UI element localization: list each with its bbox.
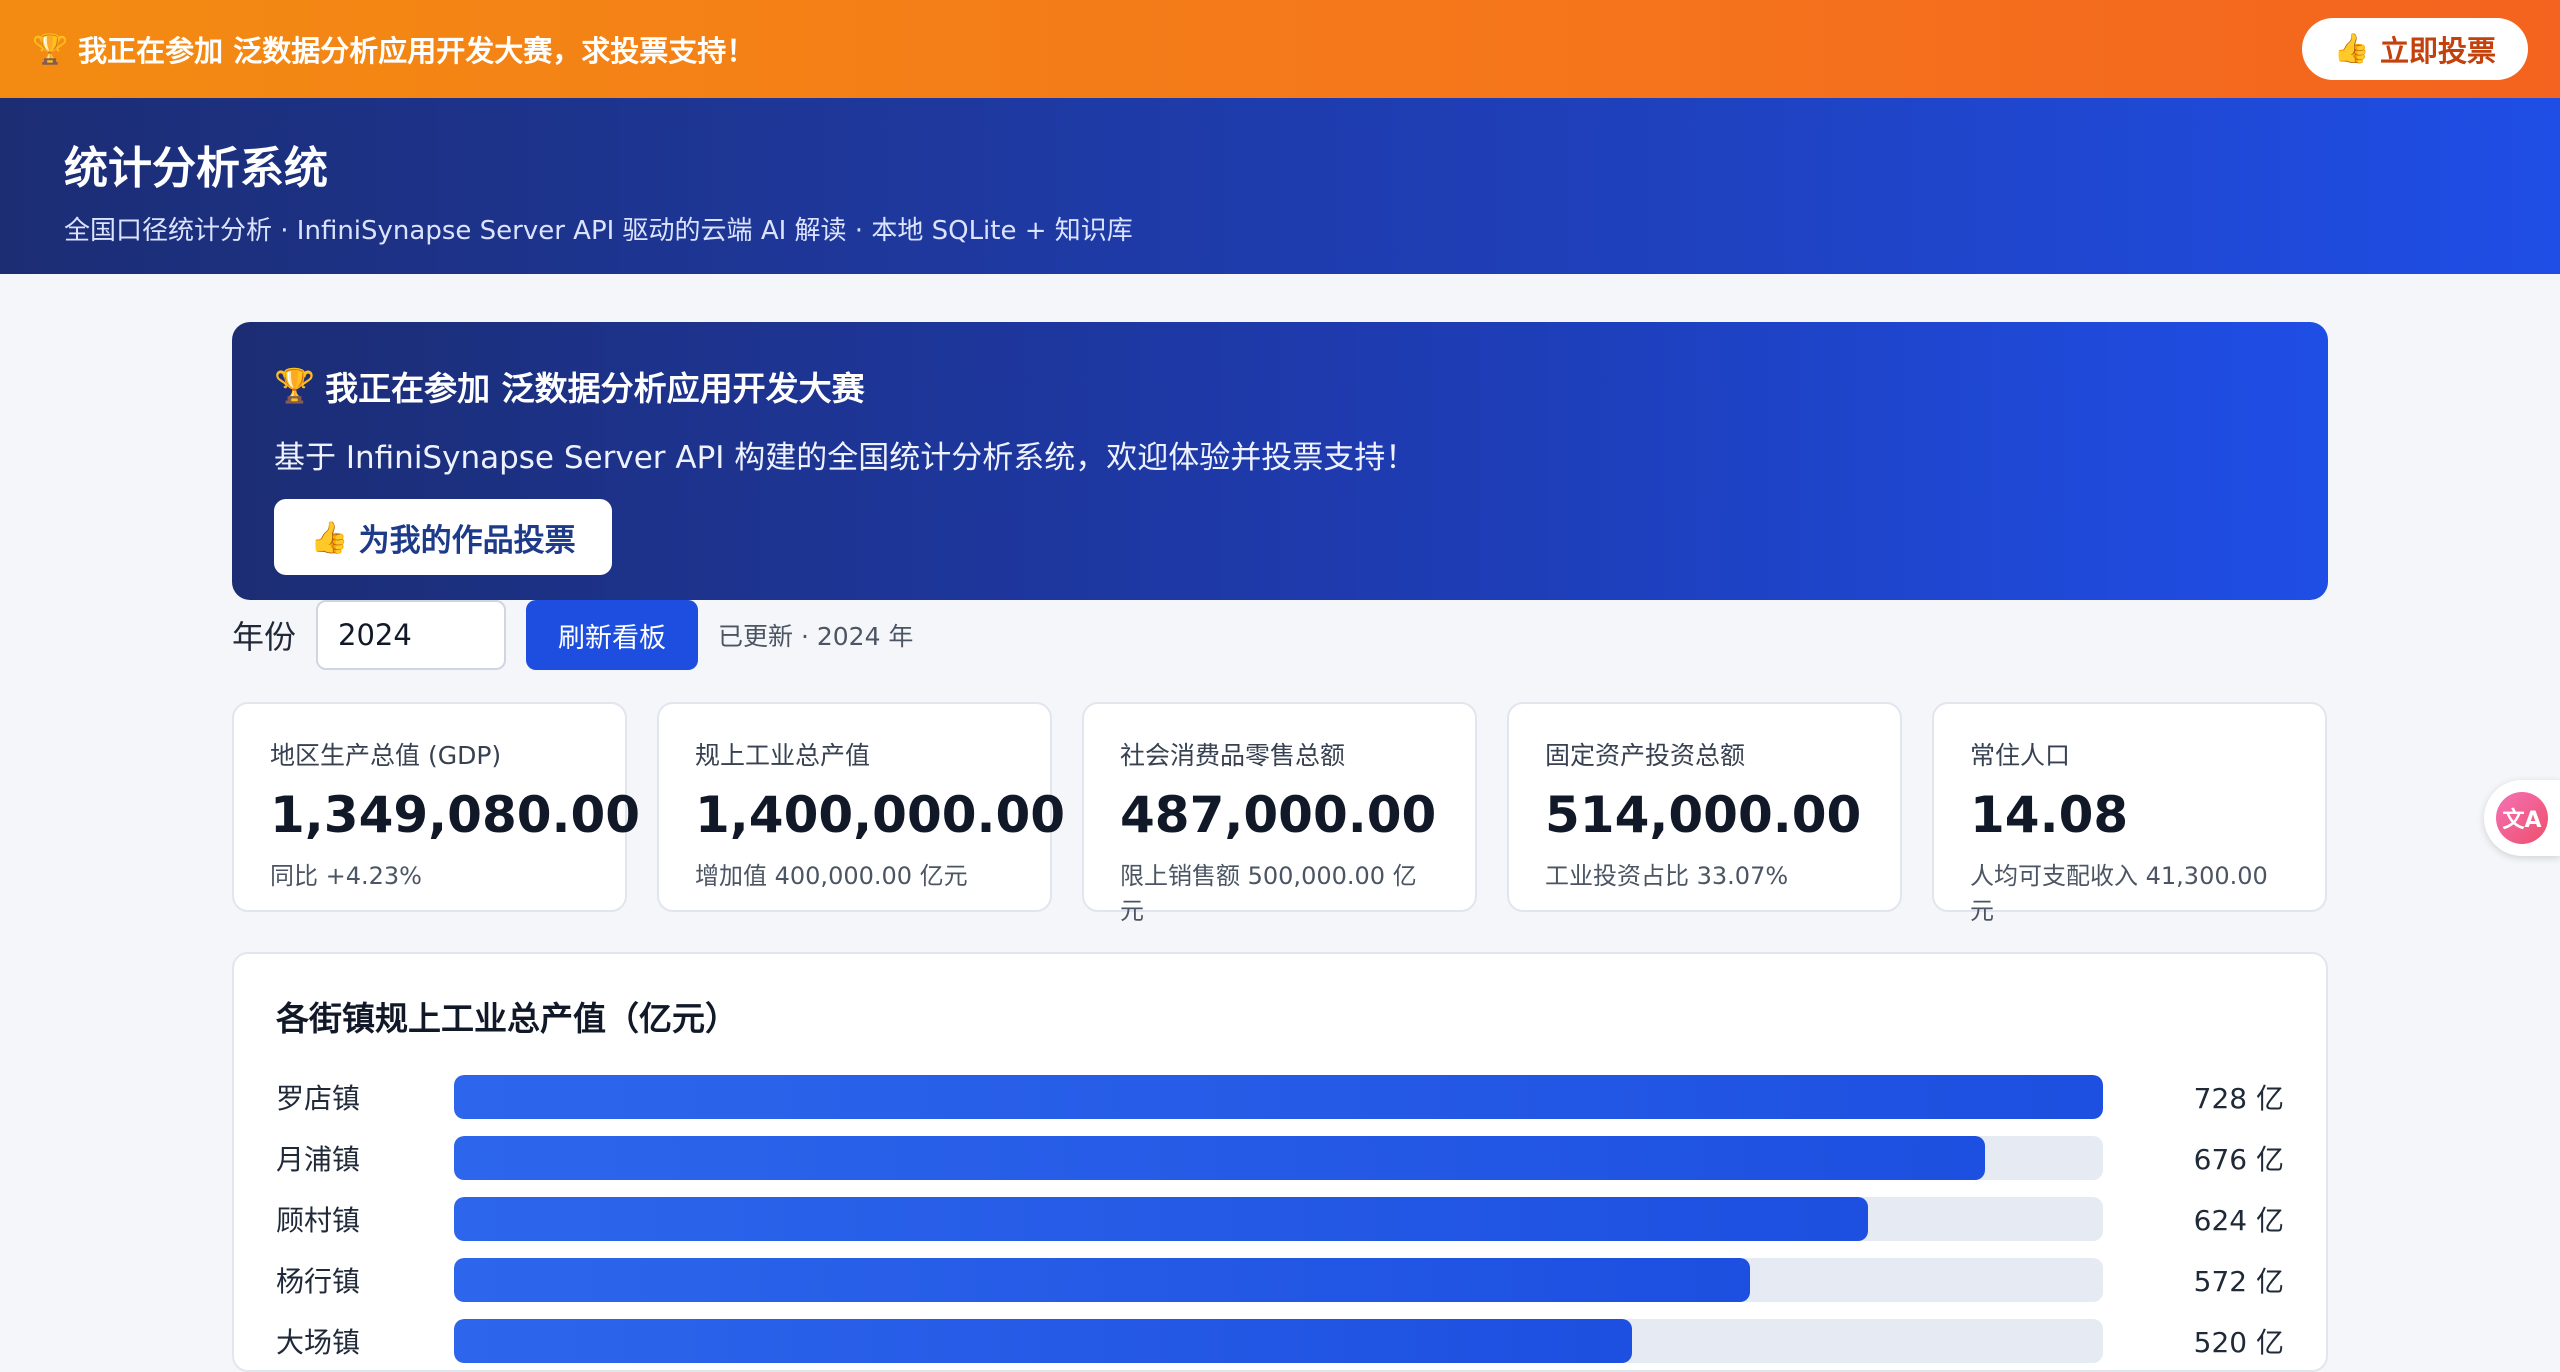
kpi-value: 514,000.00 xyxy=(1545,786,1862,844)
kpi-label: 地区生产总值 (GDP) xyxy=(270,741,502,770)
page-title: 统计分析系统 xyxy=(64,143,328,194)
vote-now-label: 立即投票 xyxy=(2379,36,2496,68)
kpi-card-fixed-investment: 固定资产投资总额 514,000.00 工业投资占比 33.07% xyxy=(1507,702,1902,912)
vote-for-work-label: 为我的作品投票 xyxy=(358,522,576,558)
bar-track xyxy=(453,1196,2104,1241)
kpi-sub: 同比 +4.23% xyxy=(270,862,422,890)
contest-title: 🏆 我正在参加 泛数据分析应用开发大赛 xyxy=(274,362,2286,410)
site-header: 统计分析系统 全国口径统计分析 · InfiniSynapse Server A… xyxy=(0,98,2560,274)
page-subtitle: 全国口径统计分析 · InfiniSynapse Server API 驱动的云… xyxy=(64,216,1133,246)
refresh-dashboard-button[interactable]: 刷新看板 xyxy=(526,600,699,670)
kpi-card-retail-sales: 社会消费品零售总额 487,000.00 限上销售额 500,000.00 亿元 xyxy=(1082,702,1477,925)
update-status: 已更新 · 2024 年 xyxy=(718,622,914,651)
bar-row: 大场镇 520 亿 xyxy=(276,1310,2284,1371)
bar-label: 月浦镇 xyxy=(276,1142,361,1176)
kpi-label: 社会消费品零售总额 xyxy=(1120,741,1346,770)
bar-label: 罗店镇 xyxy=(276,1081,361,1115)
contest-title-text: 我正在参加 泛数据分析应用开发大赛 xyxy=(325,369,865,408)
trophy-icon: 🏆 xyxy=(32,31,69,66)
kpi-value: 14.08 xyxy=(1970,786,2129,844)
kpi-label: 规上工业总产值 xyxy=(695,741,871,770)
bar-value: 676 亿 xyxy=(2193,1142,2284,1176)
bar-track xyxy=(453,1257,2104,1302)
kpi-sub: 工业投资占比 33.07% xyxy=(1545,862,1789,890)
kpi-value: 487,000.00 xyxy=(1120,786,1437,844)
year-label: 年份 xyxy=(232,618,297,656)
promo-bar: 🏆 我正在参加 泛数据分析应用开发大赛，求投票支持！ 👍 立即投票 xyxy=(0,0,2560,98)
bar-label: 杨行镇 xyxy=(276,1264,361,1298)
bar-label: 顾村镇 xyxy=(276,1203,361,1237)
bar-fill xyxy=(453,1135,1986,1180)
translate-button[interactable]: 文A xyxy=(2484,780,2560,856)
kpi-sub: 人均可支配收入 41,300.00 元 xyxy=(1970,862,2268,925)
chart-title: 各街镇规上工业总产值（亿元） xyxy=(276,999,738,1038)
bar-fill xyxy=(453,1074,2104,1119)
bar-row: 顾村镇 624 亿 xyxy=(276,1188,2284,1249)
translate-icon: 文A xyxy=(2496,792,2548,844)
kpi-label: 常住人口 xyxy=(1970,741,2071,770)
kpi-card-gdp: 地区生产总值 (GDP) 1,349,080.00 同比 +4.23% xyxy=(232,702,641,912)
industrial-output-chart: 各街镇规上工业总产值（亿元） 罗店镇 728 亿 月浦镇 676 亿 顾村镇 6… xyxy=(232,952,2328,1372)
vote-now-button[interactable]: 👍 立即投票 xyxy=(2301,18,2528,80)
bar-track xyxy=(453,1074,2104,1119)
promo-message: 我正在参加 泛数据分析应用开发大赛，求投票支持！ xyxy=(78,34,756,68)
thumbs-up-icon: 👍 xyxy=(310,519,349,555)
bar-track xyxy=(453,1318,2104,1363)
bar-fill xyxy=(453,1257,1750,1302)
kpi-label: 固定资产投资总额 xyxy=(1545,741,1746,770)
bar-row: 杨行镇 572 亿 xyxy=(276,1249,2284,1310)
kpi-sub: 限上销售额 500,000.00 亿元 xyxy=(1120,862,1417,925)
kpi-sub: 增加值 400,000.00 亿元 xyxy=(695,862,968,890)
main-content: 🏆 我正在参加 泛数据分析应用开发大赛 基于 InfiniSynapse Ser… xyxy=(232,322,2328,1372)
bar-value: 728 亿 xyxy=(2193,1081,2284,1115)
contest-banner: 🏆 我正在参加 泛数据分析应用开发大赛 基于 InfiniSynapse Ser… xyxy=(232,322,2328,600)
kpi-value: 1,400,000.00 xyxy=(695,786,1066,844)
year-input[interactable] xyxy=(316,600,507,670)
dashboard-controls: 年份 刷新看板 已更新 · 2024 年 xyxy=(232,600,2328,670)
kpi-card-industrial-output: 规上工业总产值 1,400,000.00 增加值 400,000.00 亿元 xyxy=(657,702,1066,912)
kpi-value: 1,349,080.00 xyxy=(270,786,641,844)
trophy-icon: 🏆 xyxy=(274,366,316,405)
vote-for-work-button[interactable]: 👍 为我的作品投票 xyxy=(274,499,612,575)
bar-value: 572 亿 xyxy=(2193,1264,2284,1298)
promo-text: 🏆 我正在参加 泛数据分析应用开发大赛，求投票支持！ xyxy=(32,28,755,70)
kpi-cards: 地区生产总值 (GDP) 1,349,080.00 同比 +4.23% 规上工业… xyxy=(232,702,2328,925)
bar-label: 大场镇 xyxy=(276,1325,361,1359)
bar-value: 624 亿 xyxy=(2193,1203,2284,1237)
kpi-card-population: 常住人口 14.08 人均可支配收入 41,300.00 元 xyxy=(1932,702,2327,925)
bar-fill xyxy=(453,1318,1632,1363)
bar-row: 罗店镇 728 亿 xyxy=(276,1066,2284,1127)
bar-track xyxy=(453,1135,2104,1180)
bar-value: 520 亿 xyxy=(2193,1325,2284,1359)
bar-fill xyxy=(453,1196,1868,1241)
thumbs-up-icon: 👍 xyxy=(2333,33,2370,65)
contest-description: 基于 InfiniSynapse Server API 构建的全国统计分析系统，… xyxy=(274,440,1417,476)
bar-row: 月浦镇 676 亿 xyxy=(276,1127,2284,1188)
